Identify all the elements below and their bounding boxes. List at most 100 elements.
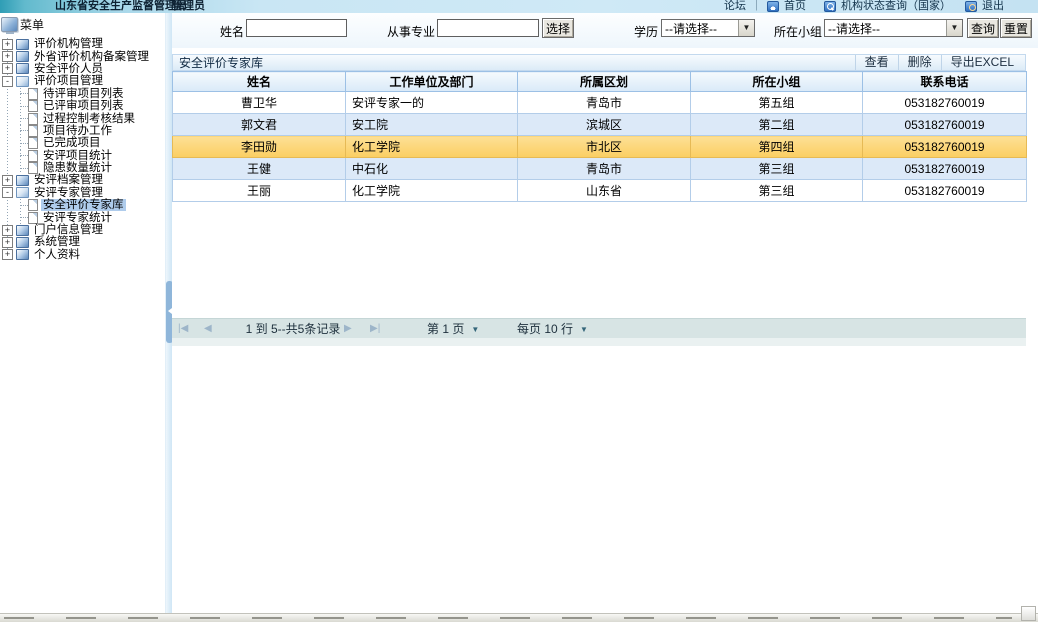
sidebar-item[interactable]: 安评项目统计 [0,150,165,162]
group-select[interactable]: --请选择-- ▼ [824,19,963,37]
sidebar-item[interactable]: 待评审项目列表 [0,88,165,100]
cell-district: 青岛市 [518,158,691,180]
collapse-icon[interactable]: - [2,76,13,87]
cell-name: 郭文君 [173,114,346,136]
education-select[interactable]: --请选择-- ▼ [661,19,755,37]
folder-icon [16,249,29,260]
sidebar-item-label: 评价机构管理 [32,38,105,50]
next-page-icon[interactable] [344,319,352,339]
cell-name: 王丽 [173,180,346,202]
sidebar-item[interactable]: + 评价机构管理 [0,38,165,50]
table-row[interactable]: 曹卫华安评专家一的青岛市第五组053182760019 [173,92,1027,114]
sidebar-item-label: 待评审项目列表 [41,88,126,100]
column-header[interactable]: 工作单位及部门 [346,72,518,92]
sidebar-item[interactable]: 已完成项目 [0,137,165,149]
expand-icon[interactable]: + [2,225,13,236]
reset-button[interactable]: 重置 [1000,18,1032,38]
tree-connector [20,143,28,144]
scrollbar-thumb[interactable] [1021,606,1036,621]
sidebar-item[interactable]: -评价项目管理 [0,75,165,87]
sidebar-item-label: 已完成项目 [41,137,103,149]
select-button[interactable]: 选择 [542,18,574,38]
page-number: 第 1 页 [427,322,464,336]
cell-name: 王健 [173,158,346,180]
topbar-divider: ｜ [751,0,762,13]
expand-icon[interactable]: + [2,249,13,260]
table-row[interactable]: 郭文君安工院滨城区第二组053182760019 [173,114,1027,136]
profession-input[interactable] [437,19,539,37]
prev-page-icon[interactable] [204,319,212,339]
column-header[interactable]: 姓名 [173,72,346,92]
logout-icon [965,1,977,12]
expert-table: 姓名工作单位及部门所属区划所在小组联系电话 曹卫华安评专家一的青岛市第五组053… [172,71,1027,202]
status-query-link[interactable]: 机构状态查询（国家） [841,0,951,13]
folder-icon [16,51,29,62]
sidebar-item[interactable]: -安评专家管理 [0,187,165,199]
computer-icon [1,17,18,32]
sidebar-item[interactable]: 项目待办工作 [0,125,165,137]
sidebar-item[interactable]: +门户信息管理 [0,224,165,236]
sidebar-item[interactable]: +安全评价人员 [0,63,165,75]
cell-group: 第四组 [691,136,863,158]
last-page-icon[interactable] [370,319,380,339]
sidebar-item[interactable]: 已评审项目列表 [0,100,165,112]
sidebar-item[interactable]: +系统管理 [0,236,165,248]
column-header[interactable]: 所在小组 [691,72,863,92]
document-icon [28,199,38,211]
forum-link[interactable]: 论坛 [724,0,746,13]
sidebar-item[interactable]: 安全评价专家库 [0,199,165,211]
query-button[interactable]: 查询 [967,18,999,38]
expand-icon[interactable]: + [2,237,13,248]
sidebar-item-label: 个人资料 [32,249,82,261]
expand-icon[interactable]: + [2,39,13,50]
cell-phone: 053182760019 [863,136,1027,158]
first-page-icon[interactable] [178,319,188,339]
panel-header: 安全评价专家库 查看 删除 导出EXCEL [172,54,1026,71]
sidebar-item-label: 安评项目统计 [41,150,114,162]
delete-button[interactable]: 删除 [898,55,941,70]
expand-icon[interactable]: + [2,51,13,62]
sidebar-item[interactable]: + 外省评价机构备案管理 [0,50,165,62]
group-select-value: --请选择-- [825,20,946,37]
view-button[interactable]: 查看 [855,55,898,70]
chevron-down-icon[interactable]: ▼ [738,20,754,36]
export-excel-button[interactable]: 导出EXCEL [941,55,1023,70]
main-content: 姓名 从事专业 选择 学历 --请选择-- ▼ 所在小组 --请选择-- ▼ 查… [172,13,1038,613]
expand-icon[interactable]: + [2,175,13,186]
table-row[interactable]: 李田勋化工学院市北区第四组053182760019 [173,136,1027,158]
tree-connector [20,106,28,107]
folder-icon [16,76,29,87]
collapse-icon[interactable]: - [2,187,13,198]
sidebar-item-label: 外省评价机构备案管理 [32,51,151,63]
logout-link[interactable]: 退出 [982,0,1004,13]
chevron-down-icon[interactable]: ▼ [946,20,962,36]
records-count: 1 到 5--共5条记录 [238,319,348,339]
home-link[interactable]: 首页 [784,0,806,13]
column-header[interactable]: 所属区划 [518,72,691,92]
sidebar-root-label: 菜单 [20,16,44,33]
sidebar-item-label: 过程控制考核结果 [41,113,137,125]
magnifier-icon [824,1,836,12]
education-label: 学历 [622,23,658,40]
panel-actions: 查看 删除 导出EXCEL [855,55,1023,70]
tree-connector [20,155,28,156]
expand-icon[interactable]: + [2,63,13,74]
sidebar-item-label: 已评审项目列表 [41,100,126,112]
sidebar-item[interactable]: + 个人资料 [0,249,165,261]
sidebar-item[interactable]: 安评专家统计 [0,211,165,223]
sidebar-item[interactable]: + 安评档案管理 [0,174,165,186]
name-input[interactable] [246,19,347,37]
horizontal-scrollbar[interactable] [0,613,1038,622]
sidebar-item-label: 隐患数量统计 [41,162,114,174]
folder-icon [16,39,29,50]
table-row[interactable]: 王健中石化青岛市第三组053182760019 [173,158,1027,180]
sidebar-item[interactable]: 过程控制考核结果 [0,112,165,124]
sidebar-item[interactable]: 隐患数量统计 [0,162,165,174]
group-label: 所在小组 [766,23,822,40]
sidebar-item-label: 安评专家统计 [41,212,114,224]
sidebar-root[interactable]: 菜单 [0,13,165,35]
table-row[interactable]: 王丽化工学院山东省第三组053182760019 [173,180,1027,202]
column-header[interactable]: 联系电话 [863,72,1027,92]
sidebar-item-label: 安评档案管理 [32,174,105,186]
current-user-role: 管理员 [172,0,205,13]
